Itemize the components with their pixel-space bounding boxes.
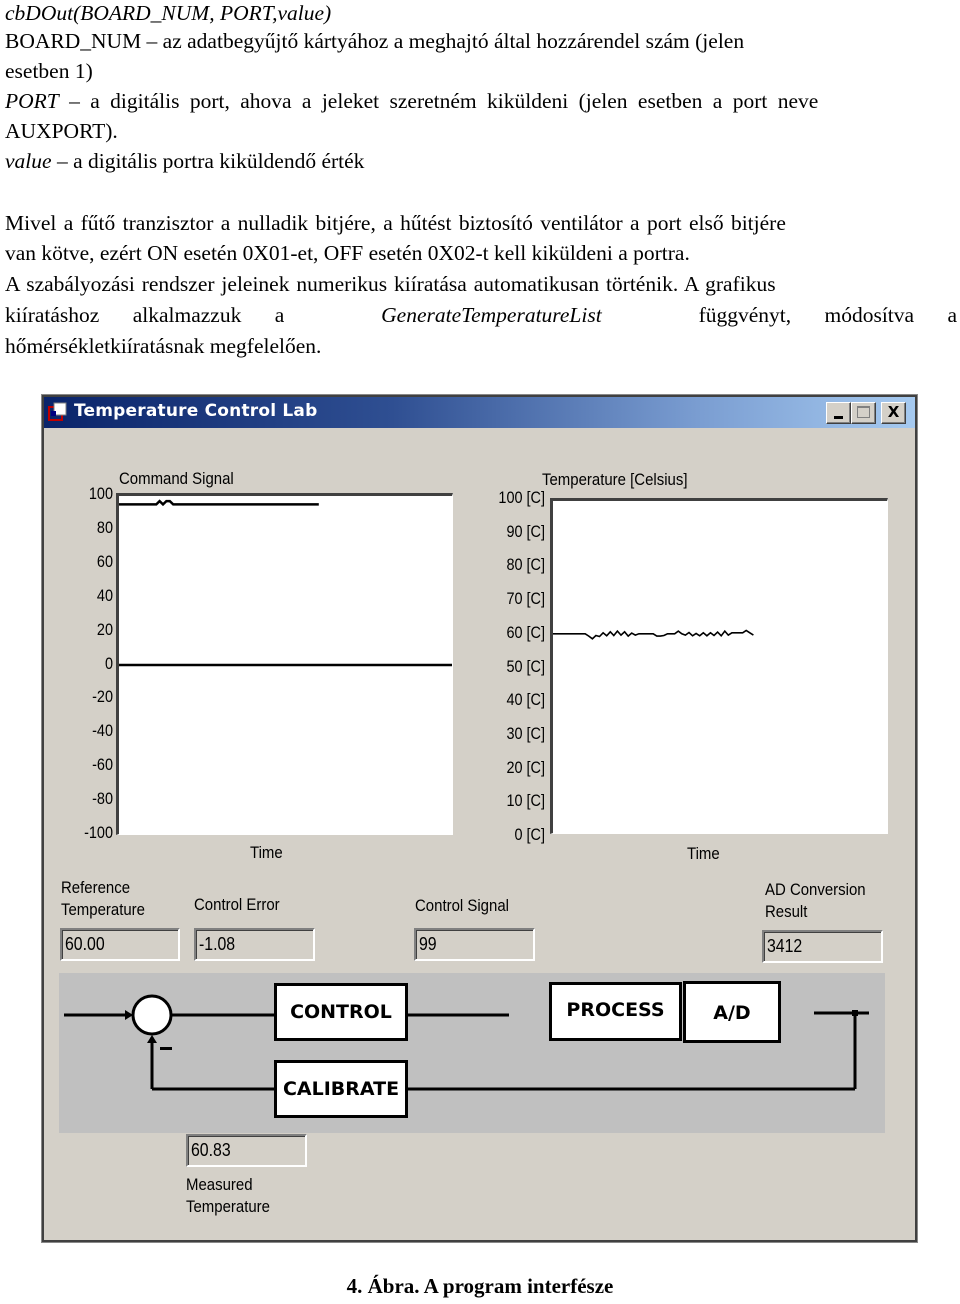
temperature-chart-title: Temperature [Celsius] bbox=[542, 470, 688, 489]
temperature-y-tick-label: 100 [C] bbox=[498, 488, 545, 507]
doc-line-auxport: AUXPORT). bbox=[5, 119, 118, 143]
temperature-plot bbox=[550, 498, 888, 834]
reference-temperature-field[interactable]: 60.00 bbox=[60, 928, 180, 961]
branch-node bbox=[852, 1010, 858, 1016]
value-desc: – a digitális portra kiküldendő érték bbox=[51, 149, 365, 173]
close-icon: X bbox=[887, 403, 900, 421]
doc-line-function-signature: cbDOut(BOARD_NUM, PORT,value) bbox=[5, 0, 331, 28]
minimize-button[interactable] bbox=[826, 402, 851, 424]
ad-conversion-field[interactable]: 3412 bbox=[762, 930, 883, 963]
command-y-tick-label: 0 bbox=[104, 653, 113, 673]
control-error-field[interactable]: -1.08 bbox=[194, 928, 315, 961]
command-y-tick-label: -40 bbox=[92, 721, 113, 741]
control-error-label: Control Error bbox=[194, 895, 280, 914]
temperature-y-tick-label: 40 [C] bbox=[506, 690, 545, 710]
temperature-svg bbox=[553, 629, 754, 640]
measured-temperature-field[interactable]: 60.83 bbox=[186, 1134, 307, 1167]
maximize-icon bbox=[857, 406, 870, 418]
control-error-value: -1.08 bbox=[199, 934, 236, 954]
doc-line-value: value – a digitális portra kiküldendő ér… bbox=[5, 146, 364, 176]
doc-line-board-num: BOARD_NUM – az adatbegyűjtő kártyához a … bbox=[5, 29, 745, 53]
control-block[interactable]: CONTROL bbox=[274, 983, 408, 1041]
ad-conversion-label-1: AD Conversion bbox=[765, 880, 866, 899]
paragraph-line-1: Mivel a fűtő tranzisztor a nulladik bitj… bbox=[5, 211, 786, 235]
calibrate-block-label: CALIBRATE bbox=[282, 1078, 400, 1100]
temperature-y-tick-label: 30 [C] bbox=[506, 723, 545, 743]
temperature-y-tick-label: 10 [C] bbox=[506, 791, 545, 811]
process-block[interactable]: PROCESS bbox=[549, 982, 682, 1041]
command-y-tick-label: 20 bbox=[96, 619, 113, 639]
measured-temperature-value: 60.83 bbox=[191, 1140, 231, 1160]
temperature-y-tick-label: 80 [C] bbox=[506, 555, 545, 575]
command-y-tick-label: 100 bbox=[88, 484, 113, 503]
reference-temperature-value: 60.00 bbox=[65, 934, 105, 954]
command-y-tick-label: 60 bbox=[96, 551, 113, 571]
control-signal-value: 99 bbox=[419, 934, 437, 954]
ad-conversion-label-2: Result bbox=[765, 902, 808, 921]
summing-junction bbox=[131, 994, 173, 1036]
figure-caption: 4. Ábra. A program interfésze bbox=[346, 1274, 614, 1298]
temperature-y-tick-label: 0 [C] bbox=[514, 825, 545, 844]
port-term: PORT bbox=[5, 89, 59, 113]
control-signal-field[interactable]: 99 bbox=[414, 928, 535, 961]
temperature-y-tick-label: 20 [C] bbox=[506, 757, 545, 777]
temperature-y-tick-label: 60 [C] bbox=[506, 622, 545, 642]
reference-temperature-label-1: Reference bbox=[61, 878, 131, 897]
port-desc: – a digitális port, ahova a jeleket szer… bbox=[58, 89, 819, 113]
reference-temperature-label-2: Temperature bbox=[61, 900, 145, 919]
paragraph-line-4: kiíratáshoz alkalmazzuk a GenerateTemper… bbox=[5, 300, 957, 330]
process-block-label: PROCESS bbox=[566, 999, 665, 1021]
calibrate-block[interactable]: CALIBRATE bbox=[274, 1060, 408, 1118]
temperature-x-label: Time bbox=[687, 844, 720, 863]
command-x-label: Time bbox=[250, 843, 283, 862]
ad-block-label: A/D bbox=[713, 1002, 751, 1024]
command-signal-svg bbox=[119, 499, 452, 667]
value-term: value bbox=[5, 149, 52, 173]
function-signature: cbDOut(BOARD_NUM, PORT,value) bbox=[5, 1, 332, 25]
doc-line-board-num-cont: esetben 1) bbox=[5, 59, 93, 83]
paragraph-line-5: hőmérsékletkiíratásnak megfelelően. bbox=[5, 334, 322, 358]
command-y-tick-label: 40 bbox=[96, 585, 113, 605]
paragraph-line-4-b: függvényt, módosítva a bbox=[698, 303, 957, 327]
window-title: Temperature Control Lab bbox=[74, 401, 318, 421]
command-y-tick-label: -80 bbox=[92, 789, 113, 809]
paragraph-line-4-a: kiíratáshoz alkalmazzuk a bbox=[5, 303, 285, 327]
command-y-tick-label: 80 bbox=[96, 517, 113, 537]
maximize-button[interactable] bbox=[851, 402, 876, 424]
command-command-line bbox=[119, 499, 319, 507]
doc-line-port: PORT – a digitális port, ahova a jeleket… bbox=[5, 86, 957, 116]
app-window: Temperature Control Lab X Command Signal… bbox=[41, 394, 918, 1243]
ad-conversion-value: 3412 bbox=[767, 936, 803, 956]
title-bar[interactable]: Temperature Control Lab X bbox=[44, 397, 915, 428]
control-signal-label: Control Signal bbox=[415, 896, 509, 915]
control-loop-diagram: CONTROL CALIBRATE PROCESS A/D bbox=[59, 973, 885, 1133]
temperature-y-tick-label: 70 [C] bbox=[506, 589, 545, 609]
temperature-y-tick-label: 50 [C] bbox=[506, 656, 545, 676]
minus-sign bbox=[160, 1047, 172, 1050]
input-arrow-icon bbox=[125, 1010, 133, 1020]
command-signal-plot bbox=[116, 493, 453, 835]
command-y-tick-label: -20 bbox=[92, 687, 113, 707]
paragraph-line-3: A szabályozási rendszer jeleinek numerik… bbox=[5, 272, 776, 296]
measured-temperature-label-1: Measured bbox=[186, 1175, 253, 1194]
ad-block[interactable]: A/D bbox=[683, 981, 781, 1043]
paragraph-line-2: van kötve, ezért ON esetén 0X01-et, OFF … bbox=[5, 241, 690, 265]
command-chart-title: Command Signal bbox=[119, 469, 234, 488]
command-y-tick-label: -100 bbox=[84, 823, 113, 842]
temperature-y-tick-label: 90 [C] bbox=[506, 521, 545, 541]
measured-temperature-label-2: Temperature bbox=[186, 1197, 270, 1216]
app-window-icon bbox=[48, 402, 67, 421]
minimize-icon bbox=[834, 416, 843, 419]
feedback-arrow-icon bbox=[147, 1035, 157, 1043]
control-block-label: CONTROL bbox=[290, 1001, 392, 1023]
temperature-temperature-line bbox=[553, 629, 754, 640]
command-y-tick-label: -60 bbox=[92, 755, 113, 775]
function-name: GenerateTemperatureList bbox=[381, 303, 602, 327]
close-button[interactable]: X bbox=[881, 402, 906, 424]
